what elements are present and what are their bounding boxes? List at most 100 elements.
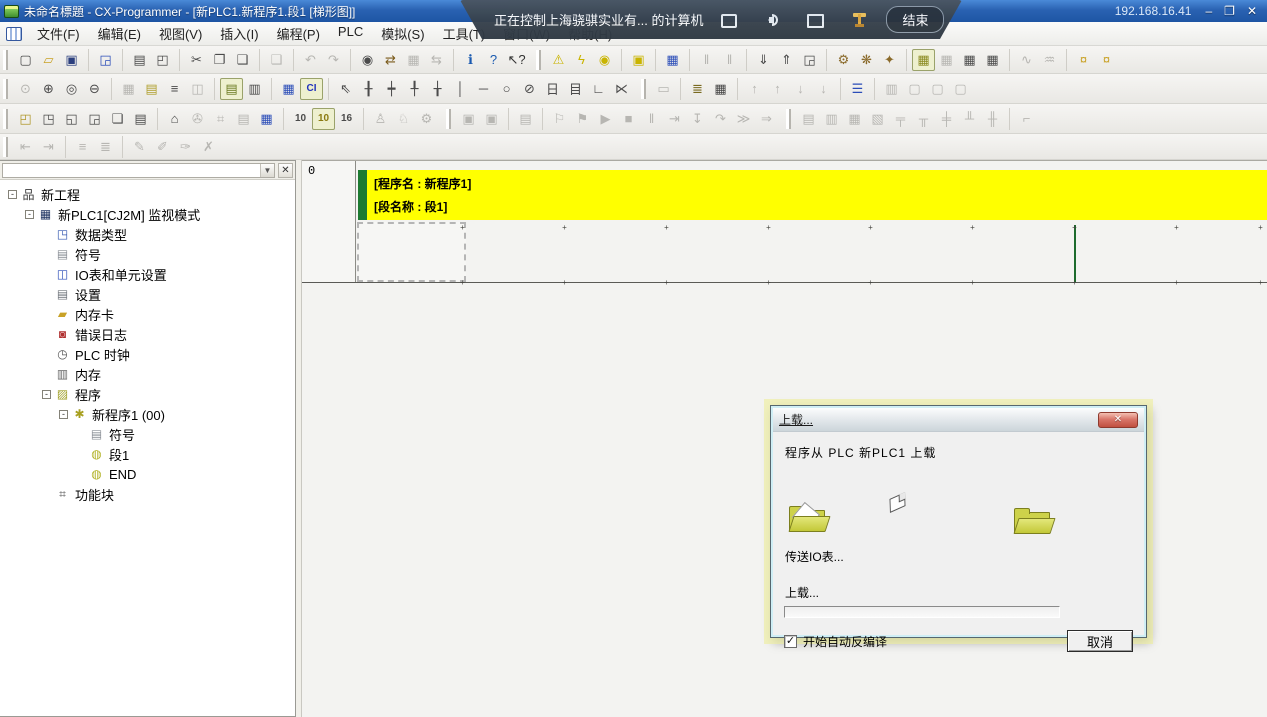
display-monitor-mode-button[interactable]: ▦ (958, 49, 981, 71)
help-button[interactable]: ? (482, 49, 505, 71)
plc-info-button[interactable]: ℹ (459, 49, 482, 71)
symbols-table-button[interactable]: ▤ (220, 78, 243, 100)
cancel-button[interactable]: 取消 (1067, 630, 1133, 652)
tree-item-program[interactable]: -✱新程序1 (00) (0, 404, 295, 424)
comment-editor-button[interactable]: ▤ (140, 78, 163, 100)
tree-item-section[interactable]: ◍段1 (0, 444, 295, 464)
menu-5[interactable]: 编程(P) (268, 21, 329, 46)
close-button[interactable]: ✕ (1247, 5, 1257, 17)
menu-3[interactable]: 视图(V) (150, 21, 211, 46)
print-preview-button[interactable]: ◰ (151, 49, 174, 71)
compile-program-button[interactable]: ◲ (94, 49, 117, 71)
window-output-button[interactable]: ◰ (14, 108, 37, 130)
rung-annotations-button[interactable]: ≡ (163, 78, 186, 100)
frame-view-button[interactable]: ▦ (709, 78, 732, 100)
tree-expander-icon[interactable]: - (59, 410, 68, 419)
window-watch-button[interactable]: ◳ (37, 108, 60, 130)
dialog-close-button[interactable]: ✕ (1098, 412, 1138, 428)
line-connect-button[interactable]: ∟ (587, 78, 610, 100)
toolbar-grip[interactable] (3, 109, 8, 129)
display-program-mode-button[interactable]: ▦ (912, 49, 935, 71)
monitor-hex-button[interactable]: 16 (335, 108, 358, 130)
fullscreen-icon[interactable] (721, 14, 737, 28)
transfer-to-plc-button[interactable]: ⇓ (752, 49, 775, 71)
toolbar-grip[interactable] (536, 50, 541, 70)
cell-cursor[interactable] (357, 222, 466, 282)
vertical-line-button[interactable]: │ (449, 78, 472, 100)
zoom-100-button[interactable]: ◎ (60, 78, 83, 100)
print-button[interactable]: ▤ (128, 49, 151, 71)
mdi-child-icon[interactable] (6, 27, 22, 41)
select-mode-button[interactable]: ⇖ (334, 78, 357, 100)
window-properties-button[interactable]: ▤ (129, 108, 152, 130)
tree-item-error-log[interactable]: ◙错误日志 (0, 324, 295, 344)
tree-item-project[interactable]: -品新工程 (0, 184, 295, 204)
toolbar-grip[interactable] (786, 109, 791, 129)
tree-item-plc[interactable]: -▦新PLC1[CJ2M] 监视模式 (0, 204, 295, 224)
cut-button[interactable]: ✂ (185, 49, 208, 71)
tree-item-memory-card[interactable]: ▰内存卡 (0, 304, 295, 324)
tree-item-data-types[interactable]: ◳数据类型 (0, 224, 295, 244)
tree-expander-icon[interactable]: - (42, 390, 51, 399)
contact-or-no-button[interactable]: ╀ (403, 78, 426, 100)
end-session-button[interactable]: 结束 (886, 6, 944, 33)
tree-item-section-end[interactable]: ◍END (0, 464, 295, 484)
binary-view-button[interactable]: ▦ (255, 108, 278, 130)
chevron-down-icon[interactable]: ▼ (260, 164, 274, 177)
window-icon[interactable] (807, 14, 824, 28)
compare-with-plc-button[interactable]: ◲ (798, 49, 821, 71)
pause-monitoring-button[interactable]: ▦ (661, 49, 684, 71)
save-project-button[interactable]: ▣ (60, 49, 83, 71)
coil-closed-button[interactable]: ⊘ (518, 78, 541, 100)
auto-decompile-checkbox[interactable]: ✓ (784, 635, 797, 648)
workspace-close-icon[interactable]: ✕ (278, 163, 293, 178)
menu-1[interactable]: 文件(F) (28, 21, 89, 46)
paste-button[interactable]: ❑ (231, 49, 254, 71)
toolbar-grip[interactable] (641, 79, 646, 99)
zoom-out-button[interactable]: ⊖ (83, 78, 106, 100)
toolbar-grip[interactable] (3, 137, 8, 157)
window-address-reference-button[interactable]: ◲ (83, 108, 106, 130)
dialog-title-bar[interactable]: 上载... ✕ (773, 408, 1144, 432)
open-project-button[interactable]: ▱ (37, 49, 60, 71)
ladder-tools-button[interactable]: ⌂ (163, 108, 186, 130)
monitor-signed-decimal-button[interactable]: 10 (312, 108, 335, 130)
toolbar-grip[interactable] (3, 50, 8, 70)
tree-item-symbols[interactable]: ▤符号 (0, 424, 295, 444)
new-document-button[interactable]: ▢ (14, 49, 37, 71)
menu-6[interactable]: PLC (329, 21, 372, 46)
tree-item-settings[interactable]: ▤设置 (0, 284, 295, 304)
mnemonics-view-button[interactable]: ▦ (277, 78, 300, 100)
ladder-view-button[interactable]: CI (300, 78, 323, 100)
contact-no-button[interactable]: ╂ (357, 78, 380, 100)
debug-mode-button[interactable]: ❋ (855, 49, 878, 71)
work-online-simulator-button[interactable]: ϟ (570, 49, 593, 71)
horizontal-line-button[interactable]: ─ (472, 78, 495, 100)
context-help-button[interactable]: ↖? (505, 49, 528, 71)
find-button[interactable]: ◉ (356, 49, 379, 71)
tree-expander-icon[interactable]: - (25, 210, 34, 219)
symbol-color-view-button[interactable]: ☰ (846, 78, 869, 100)
display-run-mode-button[interactable]: ▦ (981, 49, 1004, 71)
window-cross-reference-button[interactable]: ◱ (60, 108, 83, 130)
set-protection-button[interactable]: ¤ (1072, 49, 1095, 71)
restore-button[interactable]: ❐ (1224, 5, 1235, 17)
instruction-box-button[interactable]: 日 (541, 78, 564, 100)
stack-view-button[interactable]: ≣ (686, 78, 709, 100)
window-local-button[interactable]: ❏ (106, 108, 129, 130)
tree-item-programs[interactable]: -▨程序 (0, 384, 295, 404)
work-online-button[interactable]: ⚠ (547, 49, 570, 71)
monitor-decimal-button[interactable]: 10 (289, 108, 312, 130)
coil-open-button[interactable]: ○ (495, 78, 518, 100)
toolbar-grip[interactable] (446, 109, 451, 129)
program-mode-button[interactable]: ⚙ (832, 49, 855, 71)
copy-button[interactable]: ❐ (208, 49, 231, 71)
menu-2[interactable]: 编辑(E) (89, 21, 150, 46)
contact-nc-button[interactable]: ┿ (380, 78, 403, 100)
tree-item-plc-clock[interactable]: ◷PLC 时钟 (0, 344, 295, 364)
toolbar-grip[interactable] (3, 79, 8, 99)
auto-online-button[interactable]: ◉ (593, 49, 616, 71)
symbol-bar-button[interactable]: ▥ (243, 78, 266, 100)
zoom-in-button[interactable]: ⊕ (37, 78, 60, 100)
pin-icon[interactable] (850, 11, 868, 29)
